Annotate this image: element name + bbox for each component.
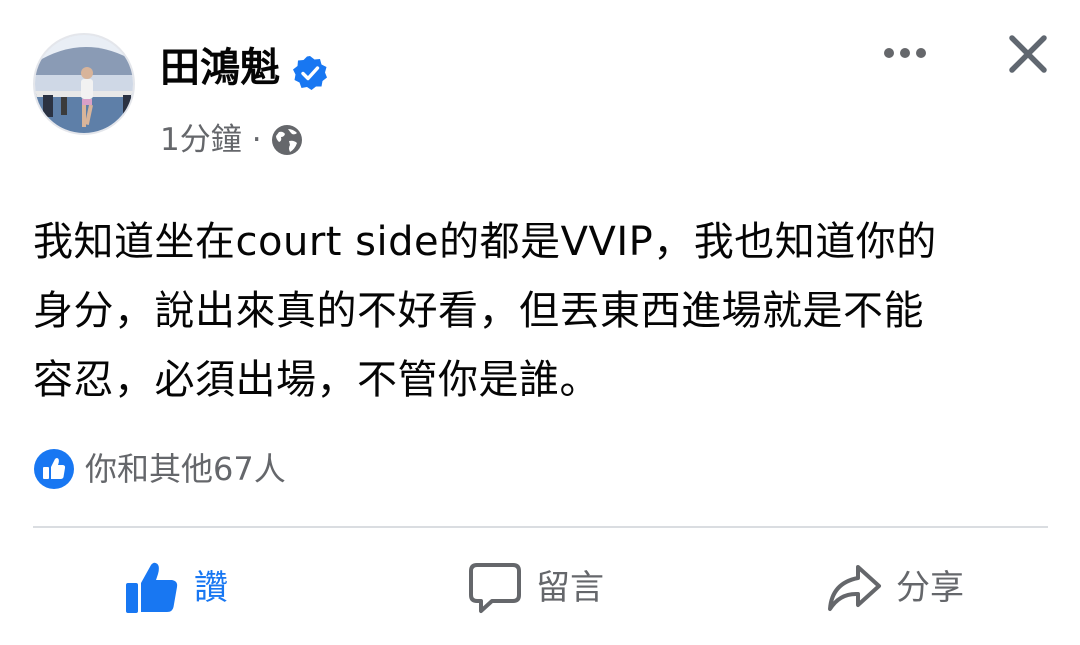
globe-icon — [270, 123, 304, 157]
author-name-row: 田鴻魁 — [160, 40, 328, 96]
like-button[interactable]: 讚 — [124, 556, 228, 620]
share-icon — [828, 565, 881, 611]
close-icon — [1009, 35, 1047, 73]
divider — [33, 526, 1048, 528]
reactions-count-text: 你和其他67人 — [85, 450, 286, 488]
share-button[interactable]: 分享 — [826, 556, 964, 620]
thumbs-up-icon — [126, 562, 178, 613]
close-button[interactable] — [1000, 26, 1056, 82]
more-options-button[interactable] — [874, 28, 936, 78]
avatar-photo — [35, 35, 133, 133]
like-reaction-icon — [33, 448, 75, 490]
post-time[interactable]: 1分鐘 — [160, 118, 242, 162]
like-label: 讚 — [194, 568, 228, 608]
reactions-summary[interactable]: 你和其他67人 — [33, 447, 286, 491]
post-text: 我知道坐在court side的都是VVIP，我也知道你的 身分，說出來真的不好… — [33, 219, 937, 403]
share-label: 分享 — [896, 568, 964, 608]
verified-badge-icon — [292, 50, 328, 90]
comment-icon — [469, 563, 521, 613]
avatar[interactable] — [33, 33, 135, 135]
meta-separator: · — [251, 122, 262, 158]
author-name[interactable]: 田鴻魁 — [160, 40, 280, 96]
more-dots-icon — [884, 48, 926, 58]
facebook-post: 田鴻魁 1分鐘 · 我知道坐在court side的都是VVIP，我也知道你的 … — [0, 0, 1080, 645]
comment-button[interactable]: 留言 — [468, 556, 604, 620]
comment-label: 留言 — [536, 568, 604, 608]
post-meta: 1分鐘 · — [160, 118, 304, 162]
